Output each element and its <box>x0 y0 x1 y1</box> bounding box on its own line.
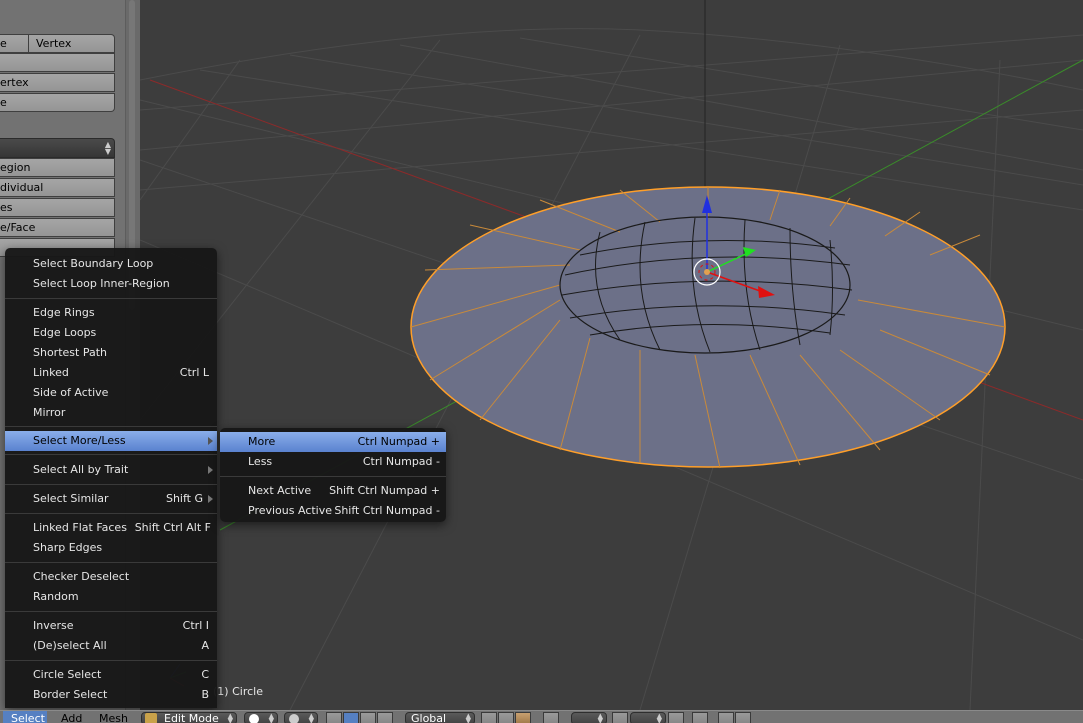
menu-item-more[interactable]: More Ctrl Numpad + <box>220 432 446 452</box>
menu-item-shortest-path[interactable]: Shortest Path <box>5 343 217 363</box>
mode-selector[interactable]: Edit Mode ▲ ▼ <box>141 712 237 723</box>
shortcut-label: Shift Ctrl Numpad + <box>329 484 440 497</box>
menu-item-side-of-active[interactable]: Side of Active <box>5 383 217 403</box>
transform-orientation-selector[interactable]: Global ▲ ▼ <box>405 712 475 723</box>
submenu-arrow-icon <box>208 437 213 445</box>
menu-item-linked-flat-faces[interactable]: Linked Flat Faces Shift Ctrl Alt F <box>5 518 217 538</box>
edge-select-icon[interactable] <box>498 712 514 723</box>
toolshelf-list-item[interactable]: es <box>0 198 115 217</box>
menu-select[interactable]: Select <box>3 711 47 723</box>
select-menu: Select Boundary Loop Select Loop Inner-R… <box>5 248 217 708</box>
toolshelf-list-item[interactable]: dividual <box>0 178 115 197</box>
menu-item-less[interactable]: Less Ctrl Numpad - <box>220 452 446 472</box>
menu-separator <box>5 484 217 485</box>
updown-arrow-icon: ▲ ▼ <box>104 140 111 156</box>
face-select-icon[interactable] <box>515 712 531 723</box>
viewport-shading-selector[interactable]: ▲ ▼ <box>244 712 278 723</box>
menu-item-select-more-less[interactable]: Select More/Less <box>5 431 217 451</box>
toolshelf-list-item[interactable]: egion <box>0 158 115 177</box>
toolshelf-list-item[interactable]: e/Face <box>0 218 115 237</box>
menu-item-border-select[interactable]: Border Select B <box>5 685 217 705</box>
toolshelf-button-2[interactable] <box>0 53 115 72</box>
render-animation-icon[interactable] <box>735 712 751 723</box>
shortcut-label: C <box>201 668 209 681</box>
snap-element-selector[interactable]: ▲ ▼ <box>630 712 666 723</box>
menu-separator <box>220 476 446 477</box>
shortcut-label: A <box>201 639 209 652</box>
opengl-render-icon[interactable] <box>692 712 708 723</box>
menu-item-select-boundary-loop[interactable]: Select Boundary Loop <box>5 254 217 274</box>
menu-separator <box>5 660 217 661</box>
shortcut-label: Shift Ctrl Alt F <box>134 521 211 534</box>
snap-icon[interactable] <box>612 712 628 723</box>
menu-item-select-similar[interactable]: Select Similar Shift G <box>5 489 217 509</box>
menu-mesh[interactable]: Mesh <box>99 711 128 723</box>
viewport-canvas <box>140 0 1083 710</box>
limit-selection-icon[interactable] <box>543 712 559 723</box>
shortcut-label: B <box>201 688 209 701</box>
shortcut-label: Shift Ctrl Numpad - <box>334 504 440 517</box>
3d-viewport[interactable]: (1) Circle <box>140 0 1083 710</box>
menu-separator <box>5 611 217 612</box>
select-mode-row: e Vertex <box>0 34 115 53</box>
translate-icon[interactable] <box>343 712 359 723</box>
render-image-icon[interactable] <box>718 712 734 723</box>
menu-item-mirror[interactable]: Mirror <box>5 403 217 423</box>
menu-item-circle-select[interactable]: Circle Select C <box>5 665 217 685</box>
shortcut-label: Ctrl L <box>179 366 209 379</box>
vertex-select-icon[interactable] <box>481 712 497 723</box>
rotate-icon[interactable] <box>360 712 376 723</box>
mesh-outer-face <box>410 186 1006 468</box>
menu-add[interactable]: Add <box>61 711 82 723</box>
menu-item-previous-active[interactable]: Previous Active Shift Ctrl Numpad - <box>220 501 446 521</box>
menu-item-select-all-by-trait[interactable]: Select All by Trait <box>5 460 217 480</box>
menu-item-next-active[interactable]: Next Active Shift Ctrl Numpad + <box>220 481 446 501</box>
shortcut-label: Ctrl Numpad + <box>357 435 440 448</box>
menu-separator <box>5 513 217 514</box>
menu-item-edge-loops[interactable]: Edge Loops <box>5 323 217 343</box>
toolshelf-button-e[interactable]: e <box>0 93 115 112</box>
menu-item-edge-rings[interactable]: Edge Rings <box>5 303 217 323</box>
select-mode-vertex-button[interactable]: Vertex <box>28 35 71 52</box>
shortcut-label: Ctrl Numpad - <box>362 455 440 468</box>
submenu-arrow-icon <box>208 495 213 503</box>
menu-item-sharp-edges[interactable]: Sharp Edges <box>5 538 217 558</box>
menu-separator <box>5 454 217 455</box>
menu-item-checker-deselect[interactable]: Checker Deselect <box>5 567 217 587</box>
manipulator-toggle-icon[interactable] <box>326 712 342 723</box>
pivot-point-selector[interactable]: ▲ ▼ <box>284 712 318 723</box>
toolshelf-button-vertex[interactable]: ertex <box>0 73 115 92</box>
proportional-edit-selector[interactable]: ▲ ▼ <box>571 712 607 723</box>
select-mode-face-partial[interactable]: e <box>0 35 7 52</box>
toolshelf-dropdown[interactable]: ▲ ▼ <box>0 138 115 158</box>
snap-target-icon[interactable] <box>668 712 684 723</box>
shortcut-label: Shift G <box>165 492 203 505</box>
menu-separator <box>5 562 217 563</box>
menu-item-inverse[interactable]: Inverse Ctrl I <box>5 616 217 636</box>
menu-item-random[interactable]: Random <box>5 587 217 607</box>
menu-separator <box>5 426 217 427</box>
shortcut-label: Ctrl I <box>182 619 209 632</box>
circle-mesh <box>410 186 1006 469</box>
menu-item-linked[interactable]: Linked Ctrl L <box>5 363 217 383</box>
scale-icon[interactable] <box>377 712 393 723</box>
select-more-less-submenu: More Ctrl Numpad + Less Ctrl Numpad - Next… <box>220 428 446 522</box>
menu-item-select-loop-inner-region[interactable]: Select Loop Inner-Region <box>5 274 217 294</box>
3d-view-header: Select Add Mesh Edit Mode ▲ ▼ ▲ ▼ ▲ ▼ Global… <box>0 710 1083 723</box>
menu-separator <box>5 298 217 299</box>
object-info-label: (1) Circle <box>213 685 263 698</box>
submenu-arrow-icon <box>208 466 213 474</box>
menu-item-deselect-all[interactable]: (De)select All A <box>5 636 217 656</box>
